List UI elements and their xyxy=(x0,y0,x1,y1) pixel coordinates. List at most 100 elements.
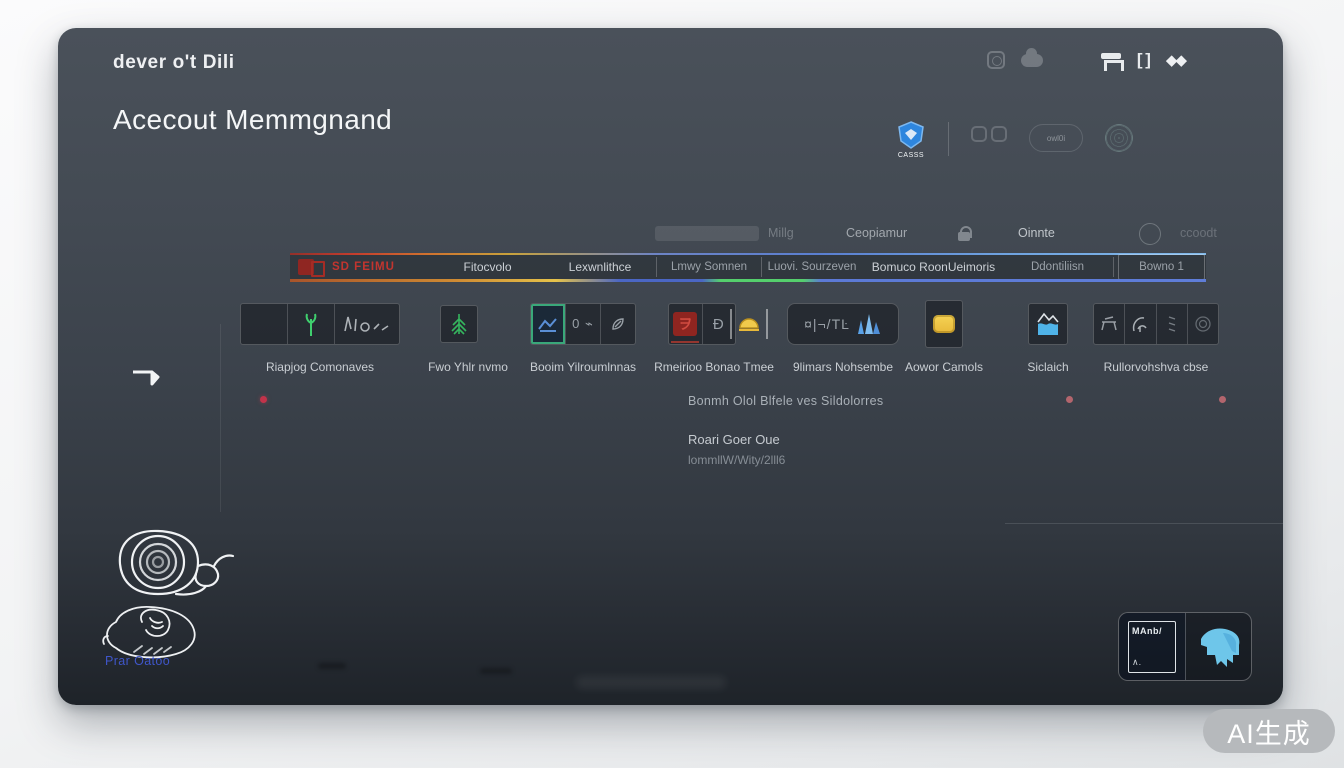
lock-icon[interactable] xyxy=(958,226,972,242)
card-label: Aowor Camols xyxy=(904,360,984,374)
tab-lexwnlithce[interactable]: Lexwnlithce xyxy=(545,254,655,280)
yellow-helmet-icon xyxy=(739,318,759,331)
glyph-text: 0 ⌁ xyxy=(572,316,594,331)
tab-bomuco-roonueimoris[interactable]: Bomuco RoonUeimoris xyxy=(862,254,1005,280)
card-label: Booim Yilroumlnnas xyxy=(529,360,637,374)
blue-crystals-icon xyxy=(857,314,880,334)
tab-lmwy-somnen[interactable]: Lmwy Somnen xyxy=(657,254,761,280)
card-booim-yilroumlnnas[interactable]: 0 ⌁ xyxy=(530,303,636,345)
tab-label: Bowno 1 xyxy=(1139,261,1184,273)
shield-badge-label: CASSS xyxy=(897,152,925,159)
oval-badge-label: owl0i xyxy=(1046,133,1066,143)
tab-label: Bomuco RoonUeimoris xyxy=(871,260,996,274)
subnav-item-millg[interactable]: Millg xyxy=(768,226,794,240)
card-riapjog-comonaves[interactable] xyxy=(240,303,400,345)
footer-link[interactable]: Prar Oatoo xyxy=(105,654,170,668)
app-window: dever o't Dili Acecout Memmgnand [ ] ◆◆ … xyxy=(58,28,1283,705)
tab-label: Fitocvolo xyxy=(463,260,512,274)
cloud-circle-icon[interactable] xyxy=(1139,223,1161,245)
card-fwo-yhlr-nvmo[interactable] xyxy=(440,305,478,343)
watermark-label: AI生成 xyxy=(1227,718,1311,749)
card-label: 9limars Nohsembe xyxy=(792,360,894,374)
brackets-icon[interactable]: [ ] xyxy=(1137,50,1151,70)
panel-slot-right[interactable] xyxy=(1186,613,1251,680)
card-siclaich[interactable] xyxy=(1028,303,1068,345)
blue-machine-icon xyxy=(538,318,557,332)
fingerprint-circle-icon[interactable] xyxy=(1105,124,1133,152)
subnav-pill[interactable] xyxy=(655,226,759,241)
tab-gradient-underline xyxy=(290,279,1206,282)
shield-icon xyxy=(898,121,924,149)
card-label: Riapjog Comonaves xyxy=(265,360,375,374)
subnav-item-ceopiamur[interactable]: Ceopiamur xyxy=(846,226,907,240)
tab-fitocvolo[interactable]: Fitocvolo xyxy=(430,254,545,280)
store-bench-icon[interactable] xyxy=(1100,52,1124,71)
red-rune-icon: ヲ xyxy=(671,312,700,343)
tab-luovi-sourzeven[interactable]: Luovi. Sourzeven xyxy=(762,254,862,280)
page-title: Acecout Memmgnand xyxy=(113,104,393,135)
table-scribble-icon xyxy=(1101,316,1117,331)
subnav-item-ccoodt[interactable]: ccoodt xyxy=(1180,226,1217,240)
tab-label: Lmwy Somnen xyxy=(670,261,748,273)
red-dot-indicator xyxy=(260,396,267,403)
tab-bowno-1[interactable]: Bowno 1 xyxy=(1118,254,1205,280)
d-glyph: Ð xyxy=(712,315,725,333)
light-smudge xyxy=(576,676,726,689)
equipment-icons[interactable] xyxy=(971,126,1007,142)
tab-separator xyxy=(1113,257,1114,277)
vertical-divider xyxy=(220,324,221,512)
subnav-item-oinnte[interactable]: Oinnte xyxy=(1018,226,1055,240)
card-rmeirioo-bonao-tmee[interactable]: ヲ Ð xyxy=(668,303,736,345)
pointer-arrow-icon xyxy=(133,370,160,386)
app-title: dever o't Dili xyxy=(113,52,235,73)
card-label: Fwo Yhlr nvmo xyxy=(428,360,508,374)
red-flag-icon xyxy=(298,259,325,277)
panel-slot-label: MAnb/ xyxy=(1132,625,1162,636)
snail-doodle-icon xyxy=(118,529,235,596)
cloud-icon[interactable] xyxy=(1020,47,1043,67)
shadow-smudge xyxy=(318,663,346,669)
tab-label: Lexwnlithce xyxy=(568,260,632,274)
panel-slot-glyph: ∧. xyxy=(1132,656,1142,667)
tab-label: SD FEIMU xyxy=(332,261,395,273)
swirl-icon xyxy=(1195,316,1211,332)
tab-label: Ddontiliisn xyxy=(1030,261,1085,273)
notes-scribble-icon xyxy=(1168,316,1175,332)
oval-badge[interactable]: owl0i xyxy=(1029,124,1083,152)
titlebar-icon-cluster: [ ] ◆◆ xyxy=(986,47,1187,71)
tab-bar: SD FEIMU Fitocvolo Lexwnlithce Lmwy Somn… xyxy=(58,253,1283,282)
tab-ddontiliisn[interactable]: Ddontiliisn xyxy=(1005,254,1110,280)
shadow-smudge xyxy=(480,668,512,674)
claw-scribble-icon xyxy=(1133,317,1147,332)
gray-leaf-icon xyxy=(612,318,624,330)
tab-sd-feimu[interactable]: SD FEIMU xyxy=(290,254,430,280)
detail-line-1: Bonmh Olol Blfele ves Sildolorres xyxy=(688,394,884,408)
account-badge-row: CASSS owl0i xyxy=(896,120,1133,159)
shield-badge[interactable]: CASSS xyxy=(896,120,926,159)
divider xyxy=(948,122,949,156)
helmet-bracket-segment[interactable] xyxy=(730,309,768,339)
detail-line-2: Roari Goer Oue xyxy=(688,432,780,447)
labeled-square-icon: MAnb/ ∧. xyxy=(1128,620,1176,673)
badge-icon[interactable] xyxy=(986,51,1005,69)
card-rullorvohshva-cbse[interactable] xyxy=(1093,303,1219,345)
tab-label: Luovi. Sourzeven xyxy=(767,261,857,273)
rune-glyphs: ¤|¬/TĿ xyxy=(804,316,850,332)
card-label: Rmeirioo Bonao Tmee xyxy=(654,360,774,374)
scribble-icon xyxy=(344,316,389,332)
red-dot-indicator xyxy=(1066,396,1073,403)
yellow-block-icon xyxy=(933,315,955,333)
pine-tree-icon xyxy=(451,314,467,335)
panel-slot-left[interactable]: MAnb/ ∧. xyxy=(1119,613,1186,680)
blue-blob-icon xyxy=(1200,627,1239,667)
card-aowor-camols[interactable] xyxy=(925,300,963,348)
detail-line-3: lommllW/Wity/2lll6 xyxy=(688,453,786,467)
diamonds-icon[interactable]: ◆◆ xyxy=(1166,51,1187,69)
subnav-row: Millg Ceopiamur Oinnte ccoodt xyxy=(58,222,1283,248)
mountain-water-icon xyxy=(1037,312,1059,335)
ai-generated-watermark: AI生成 xyxy=(1203,709,1335,753)
card-9limars-nohsembe[interactable]: ¤|¬/TĿ xyxy=(787,303,899,345)
horizontal-divider xyxy=(1005,523,1283,524)
sprout-icon xyxy=(305,313,317,336)
bottom-right-panel: MAnb/ ∧. xyxy=(1118,612,1252,681)
